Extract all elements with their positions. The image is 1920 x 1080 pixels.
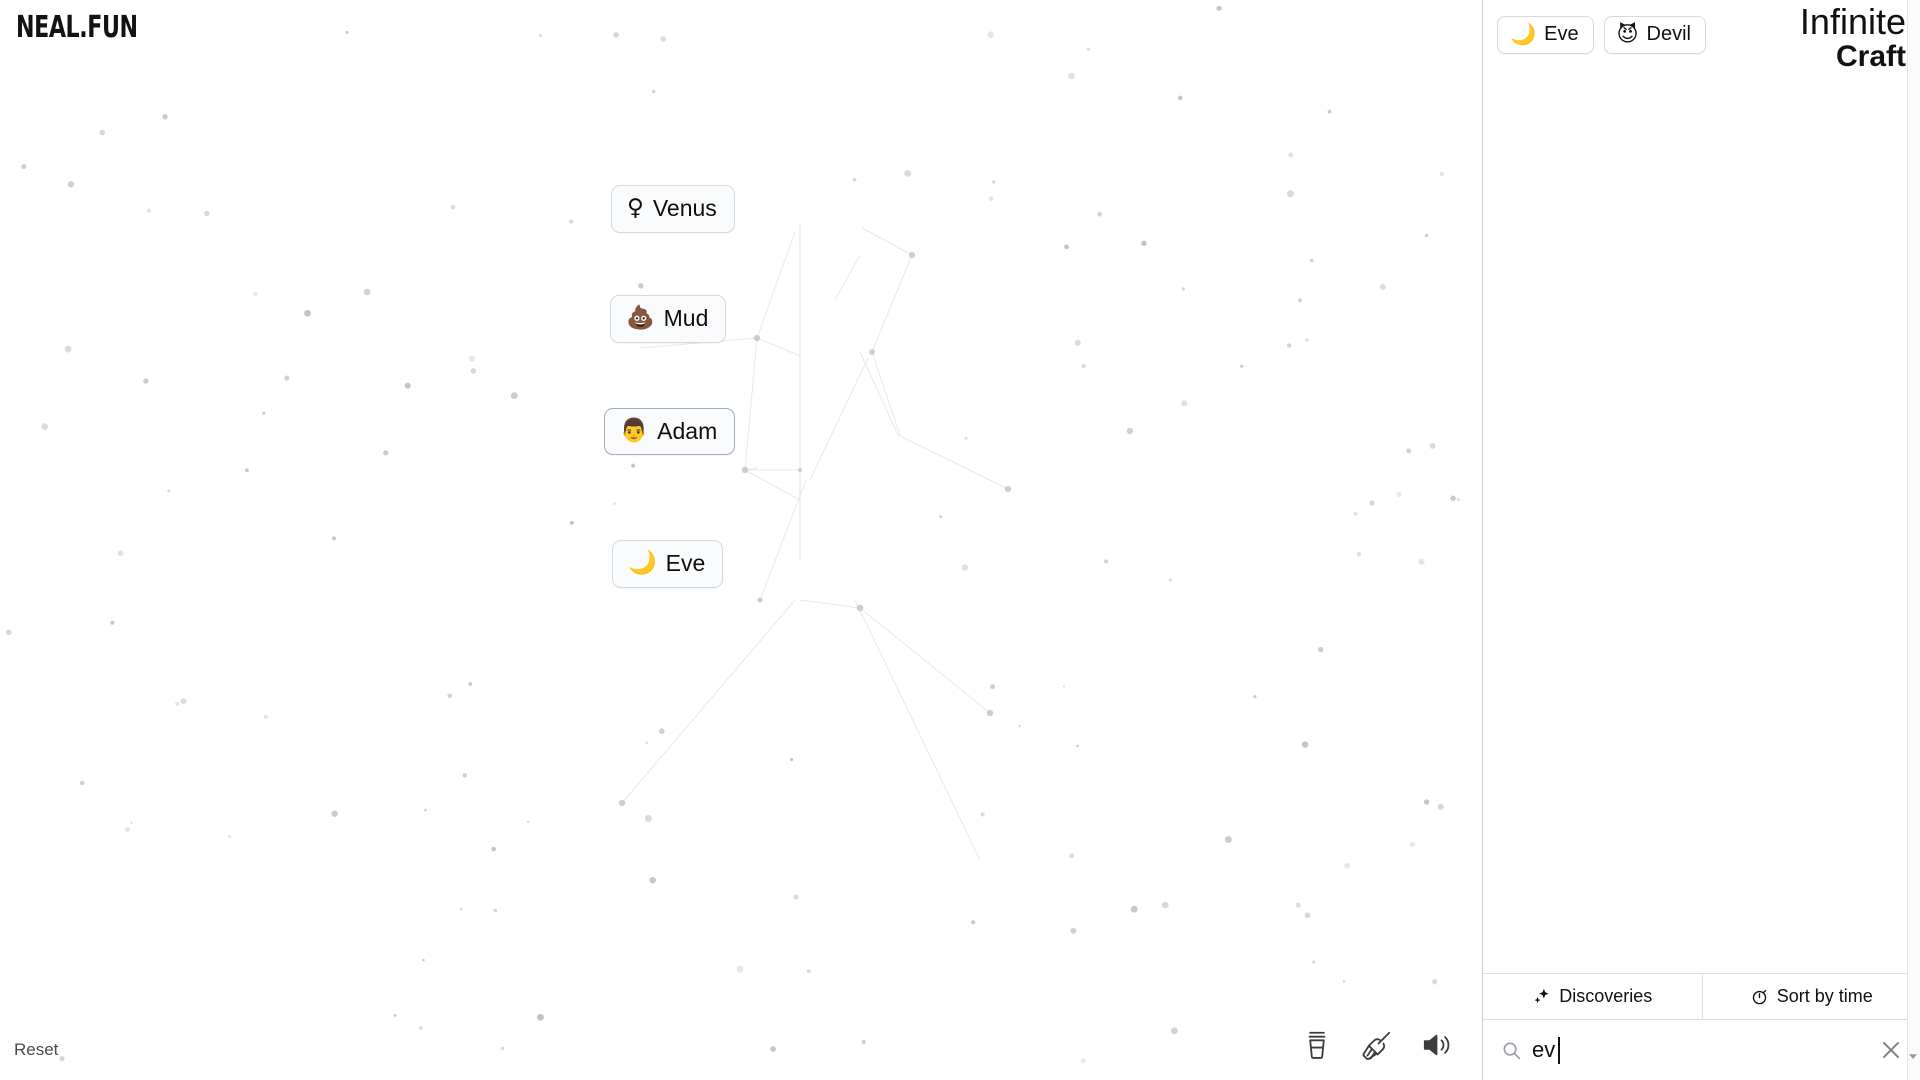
close-icon[interactable] [1878,1037,1904,1063]
discoveries-sidebar: 🌙 Eve 😈 Devil Discoveries Sort by time [1482,0,1920,1080]
canvas-element-venus[interactable]: ♀ Venus [611,185,735,233]
canvas-element-eve[interactable]: 🌙 Eve [612,540,724,588]
chip-label: Devil [1646,23,1691,45]
sort-label: Sort by time [1776,986,1873,1006]
canvas-element-adam[interactable]: 👨 Adam [604,408,735,455]
reset-button[interactable]: Reset [14,1040,58,1060]
sound-icon[interactable] [1420,1028,1454,1062]
app-title-line1: Infinite [1799,1,1906,42]
chevron-down-icon[interactable] [1907,1050,1919,1062]
element-emoji: 🌙 [628,550,657,576]
discovery-chip-list[interactable]: 🌙 Eve 😈 Devil [1483,0,1920,973]
search-row[interactable] [1483,1020,1920,1080]
craft-canvas[interactable]: NEAL.FUN ♀ Venus 💩 Mud 👨 Adam 🌙 Eve Reset [0,0,1482,1080]
element-label: Adam [657,417,718,444]
infinite-craft-app: NEAL.FUN ♀ Venus 💩 Mud 👨 Adam 🌙 Eve Reset [0,0,1920,1080]
element-label: Eve [665,550,706,576]
element-label: Mud [663,305,709,331]
text-cursor [1558,1037,1560,1064]
search-input[interactable] [1532,1037,1868,1063]
search-icon [1503,1041,1521,1059]
sort-by-time-button[interactable]: Sort by time [1701,974,1920,1019]
app-title-line2: Craft [1835,40,1906,73]
sidebar-footer-bar: Discoveries Sort by time [1483,973,1920,1020]
element-emoji: 👨 [619,417,649,444]
sparkles-icon [1534,988,1549,1004]
canvas-element-mud[interactable]: 💩 Mud [610,295,727,343]
canvas-tools [1300,1028,1454,1062]
chip-label: Eve [1544,23,1579,45]
background-starfield [6,5,1460,1064]
discovery-chip-eve[interactable]: 🌙 Eve [1497,16,1594,54]
discovery-chip-devil[interactable]: 😈 Devil [1603,16,1706,54]
discoveries-label: Discoveries [1559,986,1653,1006]
chip-emoji: 😈 [1616,22,1639,46]
broom-icon[interactable] [1360,1028,1394,1062]
stopwatch-icon [1752,989,1767,1005]
discoveries-button[interactable]: Discoveries [1483,974,1702,1019]
element-label: Venus [652,195,717,221]
app-title: Infinite Craft [1800,4,1906,72]
sidebar-scrollbar[interactable] [1907,0,1920,1080]
coffee-icon[interactable] [1300,1028,1334,1062]
neal-fun-logo[interactable]: NEAL.FUN [16,10,138,45]
element-emoji: ♀ [627,195,644,221]
chip-emoji: 🌙 [1510,22,1537,46]
element-emoji: 💩 [626,305,655,331]
